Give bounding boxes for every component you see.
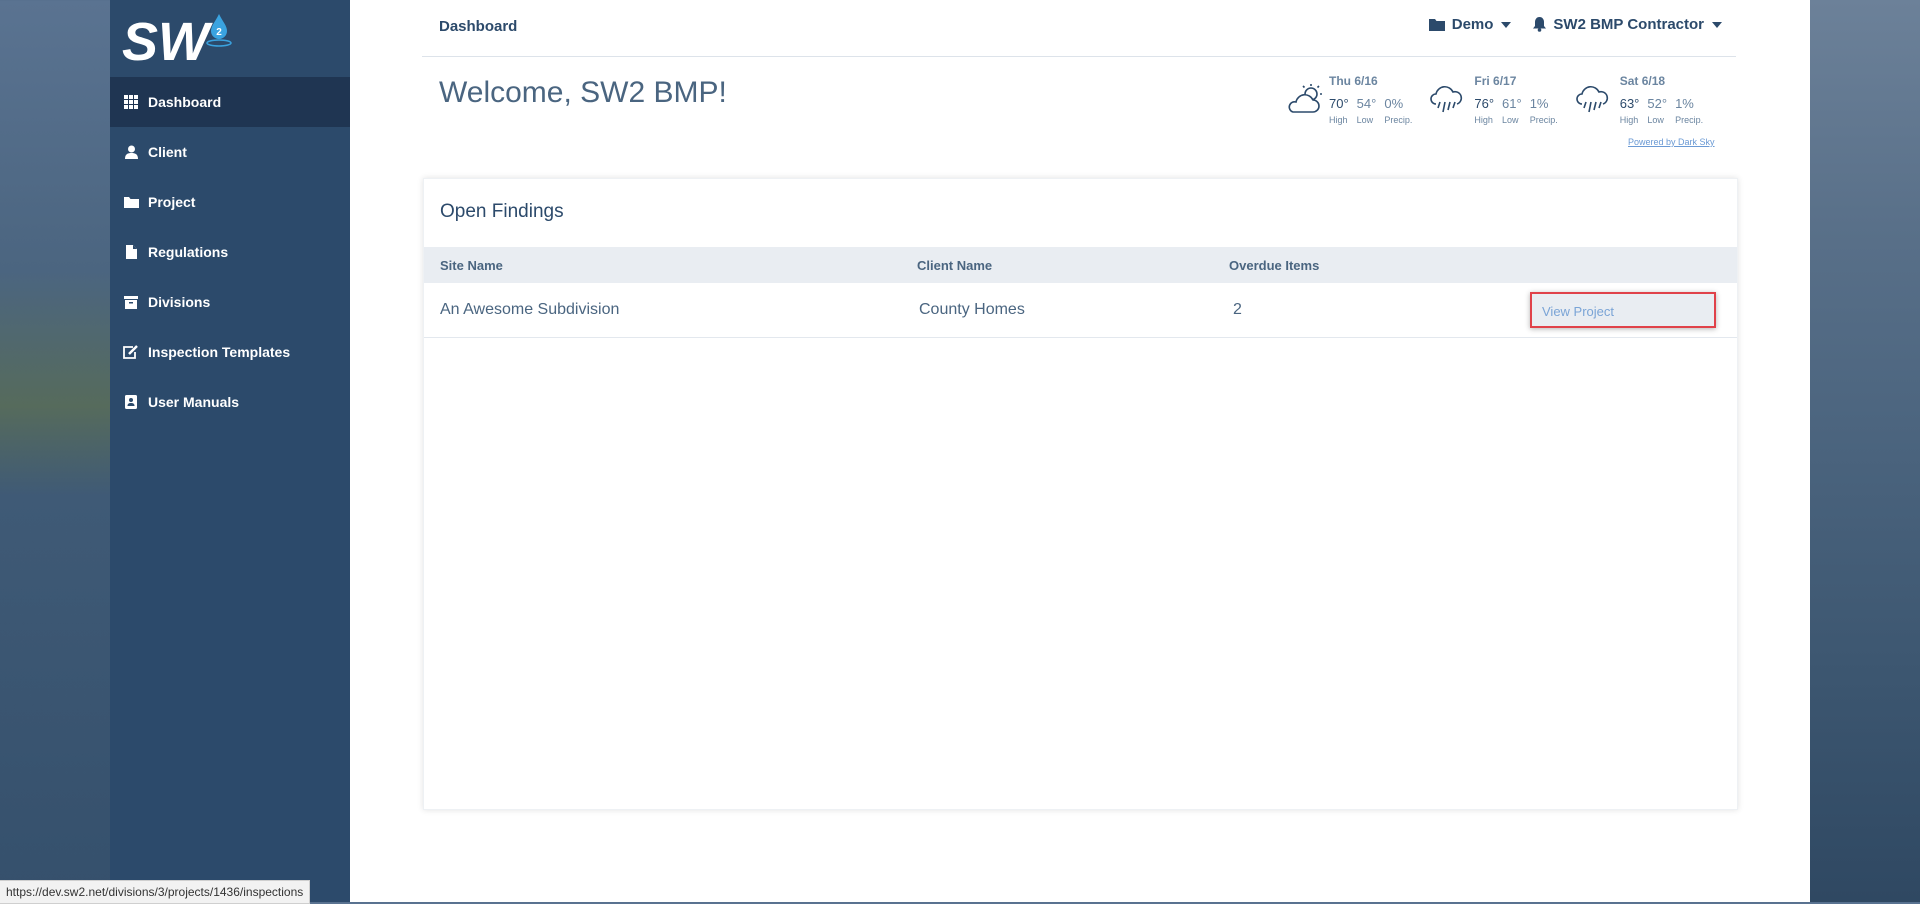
overdue-items-cell: 2 [1233, 301, 1242, 318]
weather-low-label: Low [1502, 115, 1519, 125]
bell-icon [1533, 17, 1547, 32]
sidebar-item-client[interactable]: Client [110, 127, 350, 177]
column-header-overdue-items[interactable]: Overdue Items [1229, 258, 1319, 273]
chevron-down-icon [1712, 21, 1722, 28]
svg-text:SW: SW [122, 12, 213, 68]
card-title: Open Findings [440, 201, 564, 222]
document-icon [123, 244, 139, 260]
folder-icon [123, 194, 139, 210]
sidebar-item-divisions[interactable]: Divisions [110, 277, 350, 327]
org-dropdown[interactable]: Demo [1428, 16, 1512, 33]
page-title: Welcome, SW2 BMP! [439, 76, 727, 109]
sidebar-item-label: User Manuals [148, 394, 240, 410]
sidebar: SW 2 Dashboard Client Project Regulation… [110, 0, 350, 902]
open-findings-card: Open Findings Site Name Client Name Over… [423, 178, 1738, 810]
table-header: Site Name Client Name Overdue Items [424, 247, 1737, 283]
org-dropdown-label: Demo [1451, 16, 1494, 33]
weather-high: 70° [1329, 96, 1349, 111]
weather-precip: 0% [1384, 96, 1404, 111]
sidebar-item-dashboard[interactable]: Dashboard [110, 77, 350, 127]
weather-high: 76° [1474, 96, 1495, 111]
sidebar-item-label: Project [148, 194, 196, 210]
sidebar-item-project[interactable]: Project [110, 177, 350, 227]
site-name-cell: An Awesome Subdivision [440, 301, 620, 318]
grid-icon [123, 94, 139, 110]
sidebar-item-label: Regulations [148, 244, 229, 260]
user-icon [123, 144, 139, 160]
sidebar-nav: Dashboard Client Project Regulations Div… [110, 77, 350, 427]
weather-day: Fri 6/17 76° High 61° Low 1% Precip. [1430, 74, 1558, 125]
powered-by-dark-sky-link[interactable]: Powered by Dark Sky [1628, 137, 1715, 147]
rain-icon [1430, 82, 1470, 118]
breadcrumb[interactable]: Dashboard [439, 18, 517, 35]
user-dropdown-label: SW2 BMP Contractor [1553, 16, 1704, 33]
weather-high-label: High [1474, 115, 1493, 125]
sw2-logo[interactable]: SW 2 [122, 12, 252, 72]
edit-icon [123, 344, 139, 360]
weather-date: Fri 6/17 [1474, 74, 1517, 88]
weather-day: Sat 6/18 63° High 52° Low 1% Precip. [1575, 74, 1704, 125]
column-header-client-name[interactable]: Client Name [917, 258, 992, 273]
weather-low-label: Low [1647, 115, 1664, 125]
weather-precip: 1% [1529, 96, 1549, 111]
sidebar-item-label: Client [148, 144, 187, 160]
rain-icon [1575, 82, 1616, 118]
top-bar: Dashboard Demo SW2 BMP Contractor [422, 0, 1736, 57]
status-bar-url: https://dev.sw2.net/divisions/3/projects… [0, 880, 311, 904]
sidebar-item-user-manuals[interactable]: User Manuals [110, 377, 350, 427]
sidebar-item-inspection-templates[interactable]: Inspection Templates [110, 327, 350, 377]
weather-precip-label: Precip. [1675, 115, 1704, 125]
weather-forecast: Thu 6/16 70° High 54° Low 0% Precip. Fri 6/… [1285, 74, 1703, 125]
background-right [1810, 0, 1920, 902]
column-header-site-name[interactable]: Site Name [440, 258, 503, 273]
sidebar-item-label: Dashboard [148, 94, 222, 110]
main-content: Dashboard Demo SW2 BMP Contractor Welcom… [350, 0, 1810, 902]
partly-cloudy-day-icon [1285, 82, 1325, 118]
sidebar-item-regulations[interactable]: Regulations [110, 227, 350, 277]
manual-icon [123, 394, 139, 410]
weather-low: 54° [1356, 96, 1377, 111]
weather-day: Thu 6/16 70° High 54° Low 0% Precip. [1285, 74, 1412, 125]
sidebar-item-label: Inspection Templates [148, 344, 291, 360]
weather-low: 52° [1647, 96, 1668, 111]
weather-precip-label: Precip. [1529, 115, 1558, 125]
weather-date: Thu 6/16 [1329, 74, 1378, 88]
view-project-label: View Project [1542, 304, 1615, 319]
weather-high-label: High [1619, 115, 1639, 125]
sidebar-item-label: Divisions [148, 294, 211, 310]
weather-high: 63° [1619, 96, 1640, 111]
weather-low-label: Low [1356, 115, 1374, 125]
weather-precip-label: Precip. [1384, 115, 1413, 125]
archive-icon [123, 294, 139, 310]
weather-date: Sat 6/18 [1619, 74, 1666, 88]
chevron-down-icon [1501, 21, 1512, 28]
user-dropdown[interactable]: SW2 BMP Contractor [1533, 16, 1722, 33]
client-name-cell: County Homes [919, 301, 1025, 318]
weather-precip: 1% [1675, 96, 1694, 111]
folder-icon [1428, 18, 1445, 31]
svg-text:2: 2 [216, 27, 222, 38]
table-row: An Awesome Subdivision County Homes 2 Vi… [424, 283, 1737, 338]
weather-high-label: High [1329, 115, 1348, 125]
view-project-button[interactable]: View Project [1530, 292, 1716, 328]
weather-low: 61° [1502, 96, 1522, 111]
